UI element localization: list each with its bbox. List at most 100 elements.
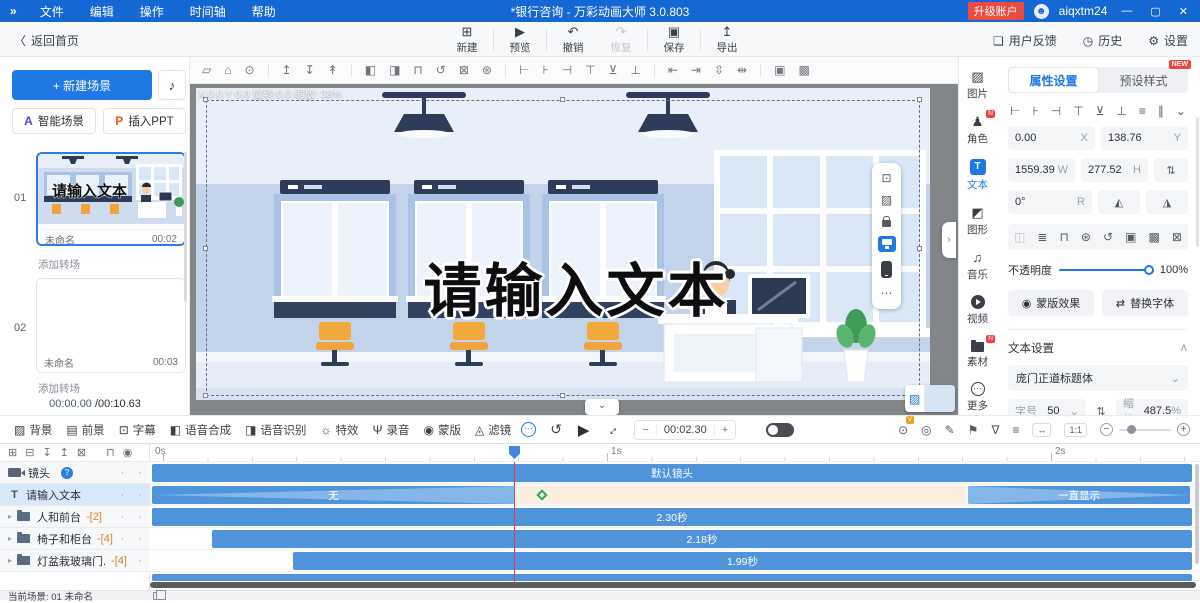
menu-timeline[interactable]: 时间轴	[177, 3, 239, 20]
width-field[interactable]: 1559.39W	[1008, 158, 1075, 182]
selection-handle[interactable]	[560, 393, 565, 398]
fit-screen-icon[interactable]: ⊡	[881, 172, 891, 185]
bring-forward-icon[interactable]: ↟	[328, 64, 338, 76]
timeline-vertical-scrollbar[interactable]	[1195, 464, 1199, 564]
dock-item-image[interactable]: ▨ 图片	[967, 69, 988, 101]
chairs-track-bar[interactable]: 2.18秒	[212, 530, 1192, 548]
fullscreen-icon[interactable]: ↔	[602, 420, 622, 440]
align-center-icon[interactable]: ⊦	[1032, 104, 1038, 118]
align-left-icon[interactable]: ⊢	[519, 64, 529, 76]
selection-handle[interactable]	[917, 97, 922, 102]
track-label-people[interactable]: ▸ 人和前台-[2] ··	[0, 506, 150, 528]
slider-knob[interactable]	[1127, 425, 1136, 434]
expander-icon[interactable]: ▸	[8, 534, 12, 543]
move-up-icon[interactable]: ↥	[60, 446, 69, 459]
track-label-lamps[interactable]: ▸ 灯盆栽玻璃门.-[4] ··	[0, 550, 150, 572]
opacity-slider[interactable]	[1059, 269, 1153, 271]
track-dots[interactable]: ··	[121, 511, 142, 523]
lamps-track-bar[interactable]: 1.99秒	[293, 552, 1192, 570]
scene-music-button[interactable]: ♪	[158, 70, 186, 100]
mini-preview-widget[interactable]: ▨	[905, 385, 955, 412]
collapse-bottom-button[interactable]: ⌄	[585, 399, 619, 415]
camera-icon[interactable]: ◎	[921, 423, 931, 437]
flip-vertical-icon[interactable]: ◮	[1146, 190, 1188, 214]
record-button[interactable]: Ψ录音	[372, 422, 409, 438]
more-options-icon[interactable]: ⊙	[244, 64, 254, 76]
layers-icon[interactable]: ≣	[1037, 230, 1047, 244]
align-top-icon[interactable]: ⊤	[1073, 104, 1083, 118]
menu-file[interactable]: 文件	[27, 3, 77, 20]
camera-frame-icon[interactable]: ⊙V	[898, 423, 908, 437]
ruler-icon[interactable]: ▱	[202, 64, 211, 76]
close-button[interactable]: ✕	[1175, 5, 1192, 18]
delete-icon[interactable]: ⊠	[459, 64, 469, 76]
maximize-button[interactable]: ▢	[1146, 5, 1164, 18]
settings-button[interactable]: ⚙设置	[1148, 32, 1188, 49]
edit-pen-icon[interactable]: ✎	[945, 423, 955, 437]
new-button[interactable]: ⊞新建	[445, 24, 489, 55]
dock-item-character[interactable]: ♟ N 角色	[967, 114, 988, 146]
align-middle-icon[interactable]: ⊻	[609, 64, 618, 76]
play-button[interactable]: ▶	[578, 421, 590, 439]
dock-item-music[interactable]: ♫ 音乐	[967, 250, 988, 282]
funnel-icon[interactable]: ∇	[991, 423, 999, 437]
scene-card-1[interactable]: 请输入文本 未命名 00:02	[36, 152, 186, 246]
align-middle-icon[interactable]: ⊻	[1096, 104, 1105, 118]
paste-icon[interactable]: ▩	[798, 64, 809, 76]
history-button[interactable]: ◷历史	[1083, 32, 1123, 49]
timeline-horizontal-scrollbar[interactable]	[150, 582, 1196, 588]
lock-icon[interactable]: ⊓	[1059, 230, 1068, 244]
tts-button[interactable]: ◧语音合成	[170, 422, 231, 438]
align-right-icon[interactable]: ⊣	[562, 64, 572, 76]
user-avatar[interactable]: ☻	[1034, 4, 1049, 19]
rotate-icon[interactable]: ↺	[436, 64, 446, 76]
distribute-vertical-icon[interactable]: ⇳	[714, 64, 724, 76]
export-button[interactable]: ↥导出	[705, 24, 749, 55]
paste-icon[interactable]: ▩	[1148, 230, 1159, 244]
subtitle-button[interactable]: ⊡字幕	[119, 422, 156, 438]
track-label-camera[interactable]: 镜头 ? ··	[0, 462, 150, 484]
dock-item-more[interactable]: ⋯ 更多	[967, 382, 988, 413]
bring-to-front-icon[interactable]: ↥	[282, 64, 292, 76]
track-lane-lamps[interactable]: 1.99秒	[150, 550, 1200, 572]
visibility-column-icon[interactable]: ◉	[123, 446, 133, 459]
track-dots[interactable]: ··	[121, 555, 142, 567]
lock-column-icon[interactable]: ⊓	[106, 446, 115, 459]
rotation-field[interactable]: 0°R	[1008, 190, 1092, 214]
selection-handle[interactable]	[560, 97, 565, 102]
distribute-horizontal-icon[interactable]: ⇹	[737, 64, 747, 76]
move-down-icon[interactable]: ↧	[42, 446, 51, 459]
background-button[interactable]: ▨背景	[14, 422, 52, 438]
menu-operate[interactable]: 操作	[127, 3, 177, 20]
delete-icon[interactable]: ⊠	[1172, 230, 1182, 244]
delete-icon[interactable]: ⊠	[77, 446, 86, 459]
select-area-icon[interactable]: ⊛	[1081, 230, 1091, 244]
phone-preview-icon[interactable]	[881, 261, 892, 278]
tab-preset-styles[interactable]: 预设样式	[1099, 67, 1188, 93]
redo-button[interactable]: ↷恢复	[599, 24, 643, 55]
distribute-v-icon[interactable]: ∥	[1158, 104, 1164, 118]
distribute-left-icon[interactable]: ⇤	[668, 64, 678, 76]
align-left-icon[interactable]: ⊢	[1010, 104, 1020, 118]
track-label-chairs[interactable]: ▸ 椅子和柜台-[4] ··	[0, 528, 150, 550]
expander-icon[interactable]: ▸	[8, 512, 12, 521]
minimize-button[interactable]: —	[1117, 5, 1136, 17]
aspect-link-icon[interactable]: ⇅	[1154, 158, 1188, 182]
sidebar-scrollbar[interactable]	[184, 152, 187, 302]
new-folder-icon[interactable]: ⊞	[8, 446, 17, 459]
ellipsis-icon[interactable]: ⋯	[881, 287, 893, 300]
track-lane-people[interactable]: 2.30秒	[150, 506, 1200, 528]
scene-canvas[interactable]: 请输入文本	[196, 88, 930, 400]
people-track-bar[interactable]: 2.30秒	[152, 508, 1192, 526]
save-button[interactable]: ▣保存	[652, 24, 696, 55]
align-bottom-icon[interactable]: ⊥	[1116, 104, 1126, 118]
height-field[interactable]: 277.52H	[1081, 158, 1148, 182]
track-dots[interactable]: ··	[121, 533, 142, 545]
zoom-in-button[interactable]: +	[1177, 423, 1190, 436]
preview-button[interactable]: ▶预览	[498, 24, 542, 55]
track-dots[interactable]: ··	[121, 467, 142, 479]
y-position-field[interactable]: 138.76Y	[1101, 126, 1188, 150]
speech-recognition-button[interactable]: ◨语音识别	[245, 422, 306, 438]
rotate-reset-icon[interactable]: ↺	[1103, 230, 1113, 244]
track-label-text[interactable]: T 请输入文本 ··	[0, 484, 150, 506]
